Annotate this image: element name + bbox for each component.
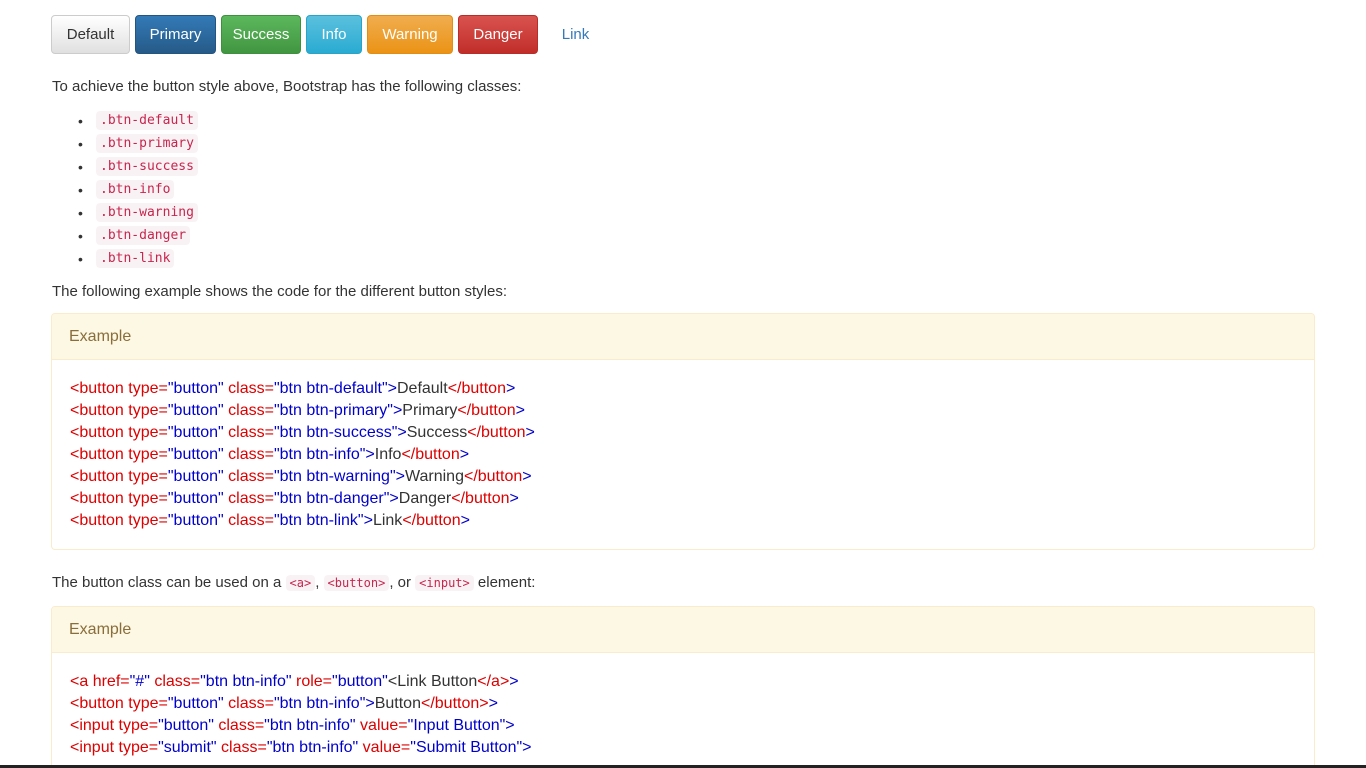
example-heading: Example [52,607,1314,653]
code-line: <input type="button" class="btn btn-info… [70,717,515,734]
bullet-icon: • [78,204,83,221]
code-line: <button type="button" class="btn btn-dan… [70,490,519,507]
list-item: • .btn-link [78,247,198,270]
code-line: <button type="button" class="btn btn-pri… [70,402,526,419]
link-button[interactable]: Link [543,15,608,54]
info-button[interactable]: Info [306,15,362,54]
code-line: <button type="button" class="btn btn-def… [70,380,516,397]
success-button[interactable]: Success [221,15,301,54]
class-code: .btn-link [96,249,175,268]
bullet-icon: • [78,135,83,152]
list-item: • .btn-info [78,178,198,201]
code-line: <button type="button" class="btn btn-inf… [70,446,470,463]
list-item: • .btn-success [78,155,198,178]
bullet-icon: • [78,181,83,198]
primary-button[interactable]: Primary [135,15,216,54]
bullet-icon: • [78,250,83,267]
class-code: .btn-default [96,111,198,130]
list-item: • .btn-danger [78,224,198,247]
input-tag-code: <input> [415,575,474,591]
list-item: • .btn-default [78,109,198,132]
example-panel-1: Example <button type="button" class="btn… [51,313,1315,550]
code-line: <button type="button" class="btn btn-lin… [70,512,470,529]
code-line: <input type="submit" class="btn btn-info… [70,739,532,756]
code-line: <button type="button" class="btn btn-suc… [70,424,535,441]
class-code: .btn-primary [96,134,198,153]
bullet-icon: • [78,112,83,129]
code-line: <button type="button" class="btn btn-war… [70,468,532,485]
page: Default Primary Success Info Warning Dan… [0,0,1366,768]
button-row: Default Primary Success Info Warning Dan… [51,15,613,54]
warning-button[interactable]: Warning [367,15,453,54]
button-class-paragraph: The button class can be used on a <a>, <… [52,574,536,591]
code-block: <a href="#" class="btn btn-info" role="b… [52,653,1314,759]
button-tag-code: <button> [323,575,390,591]
a-tag-code: <a> [285,575,316,591]
list-item: • .btn-warning [78,201,198,224]
bullet-icon: • [78,158,83,175]
danger-button[interactable]: Danger [458,15,538,54]
list-item: • .btn-primary [78,132,198,155]
class-list: • .btn-default • .btn-primary • .btn-succes… [78,109,198,270]
example-panel-2: Example <a href="#" class="btn btn-info"… [51,606,1315,768]
class-code: .btn-warning [96,203,198,222]
bullet-icon: • [78,227,83,244]
class-code: .btn-success [96,157,198,176]
class-code: .btn-danger [96,226,191,245]
code-line: <a href="#" class="btn btn-info" role="b… [70,673,519,690]
intro-paragraph: To achieve the button style above, Boots… [52,78,522,95]
class-code: .btn-info [96,180,175,199]
code-block: <button type="button" class="btn btn-def… [52,360,1314,532]
default-button[interactable]: Default [51,15,130,54]
example-heading: Example [52,314,1314,360]
code-line: <button type="button" class="btn btn-inf… [70,695,498,712]
following-paragraph: The following example shows the code for… [52,283,507,300]
